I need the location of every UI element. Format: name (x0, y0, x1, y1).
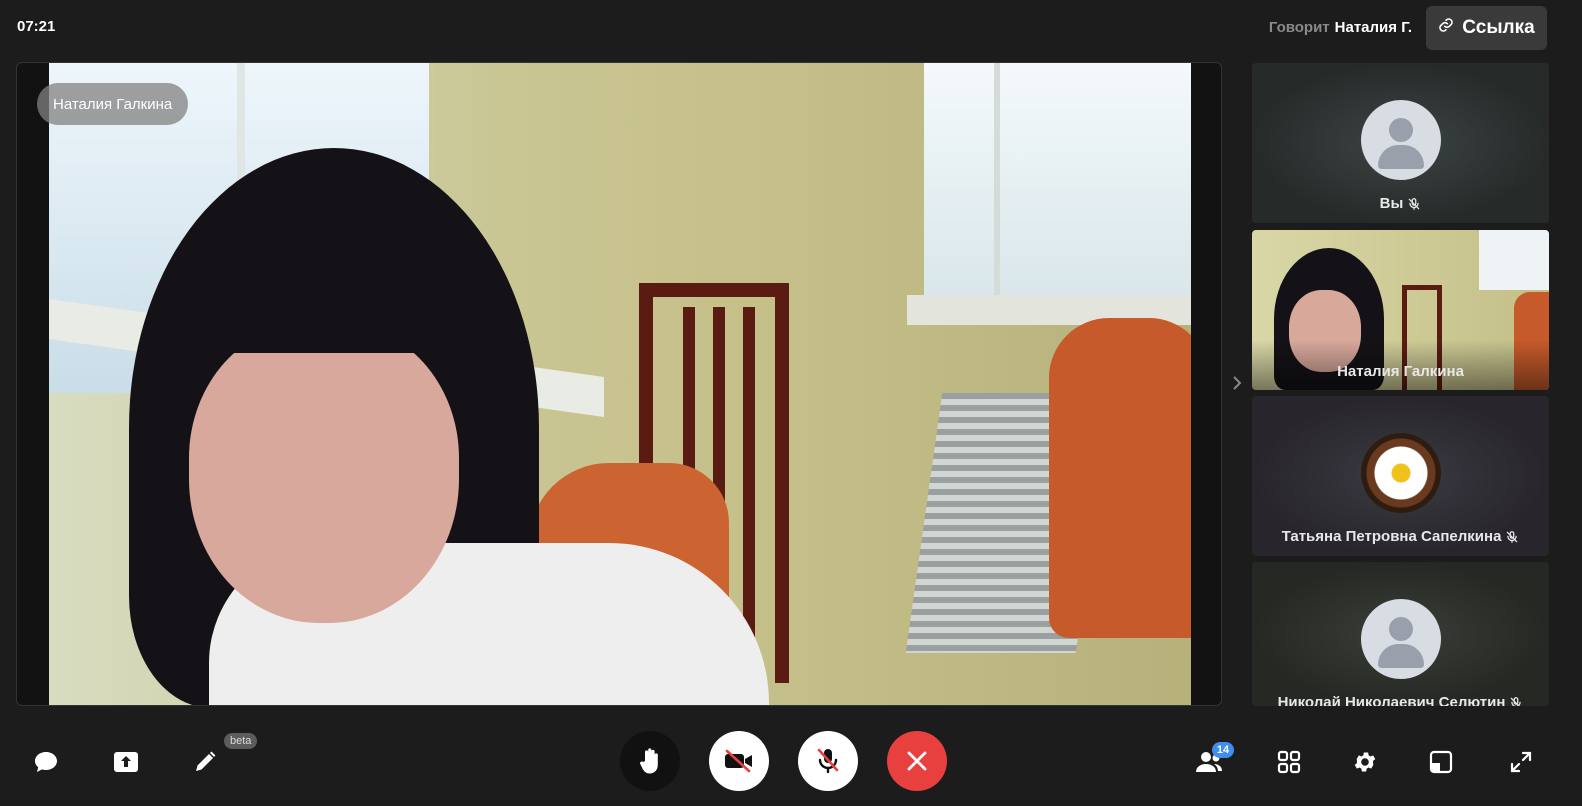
office-chair (1049, 318, 1191, 638)
participant-name: Вы (1379, 195, 1404, 212)
participant-tile-tatiana[interactable]: Татьяна Петровна Сапелкина (1252, 396, 1549, 556)
beta-badge: beta (224, 733, 258, 749)
participant-tile-natalia[interactable]: Наталия Галкина (1252, 230, 1549, 390)
share-screen-icon (114, 752, 138, 772)
link-icon (1438, 17, 1454, 39)
speaking-label: Говорит (1268, 19, 1330, 36)
mic-off-icon (1507, 530, 1518, 543)
participant-name: Наталия Галкина (1337, 363, 1464, 380)
participant-tile-you[interactable]: Вы (1252, 63, 1549, 223)
mic-off-icon (1511, 696, 1522, 706)
video-feed (49, 63, 1191, 705)
person-bangs (199, 203, 479, 353)
share-screen-button[interactable] (98, 734, 154, 790)
participant-name: Татьяна Петровна Сапелкина (1281, 528, 1502, 545)
hand-icon (640, 748, 658, 774)
link-button-label: Ссылка (1462, 17, 1535, 38)
participant-name: Николай Николаевич Селютин (1277, 694, 1506, 706)
gear-icon (1354, 752, 1376, 772)
pencil-icon (196, 751, 216, 771)
grid-view-button[interactable] (1261, 734, 1317, 790)
fullscreen-button[interactable] (1493, 734, 1549, 790)
mic-toggle-button[interactable] (798, 731, 858, 791)
meeting-timer: 07:21 (17, 18, 56, 35)
fullscreen-icon (1510, 751, 1532, 773)
default-avatar-icon (1361, 599, 1441, 679)
leave-call-button[interactable] (887, 731, 947, 791)
speaking-name: Наталия Г. (1334, 19, 1412, 36)
camera-toggle-button[interactable] (709, 731, 769, 791)
participants-count-badge: 14 (1212, 742, 1234, 758)
raise-hand-button[interactable] (620, 731, 680, 791)
mic-off-icon (1409, 197, 1420, 210)
layout-icon (1429, 750, 1453, 774)
daisy-avatar (1361, 433, 1441, 513)
close-icon (907, 751, 927, 771)
main-video[interactable]: Наталия Галкина (16, 62, 1222, 706)
settings-button[interactable] (1337, 734, 1393, 790)
grid-icon (1277, 750, 1301, 774)
collapse-sidebar-chevron-icon[interactable] (1232, 376, 1242, 395)
mic-off-icon (817, 748, 839, 774)
camera-off-icon (725, 749, 752, 773)
active-speaker-indicator: Говорит Наталия Г. (1269, 19, 1412, 36)
chat-icon (35, 752, 57, 772)
participant-tile-nikolay[interactable]: Николай Николаевич Селютин (1252, 562, 1549, 706)
layout-button[interactable] (1413, 734, 1469, 790)
chat-button[interactable] (18, 734, 74, 790)
window-right (924, 63, 1191, 303)
copy-link-button[interactable]: Ссылка (1426, 6, 1547, 50)
default-avatar-icon (1361, 100, 1441, 180)
participant-name-chip: Наталия Галкина (37, 83, 189, 125)
person-face (189, 323, 459, 623)
